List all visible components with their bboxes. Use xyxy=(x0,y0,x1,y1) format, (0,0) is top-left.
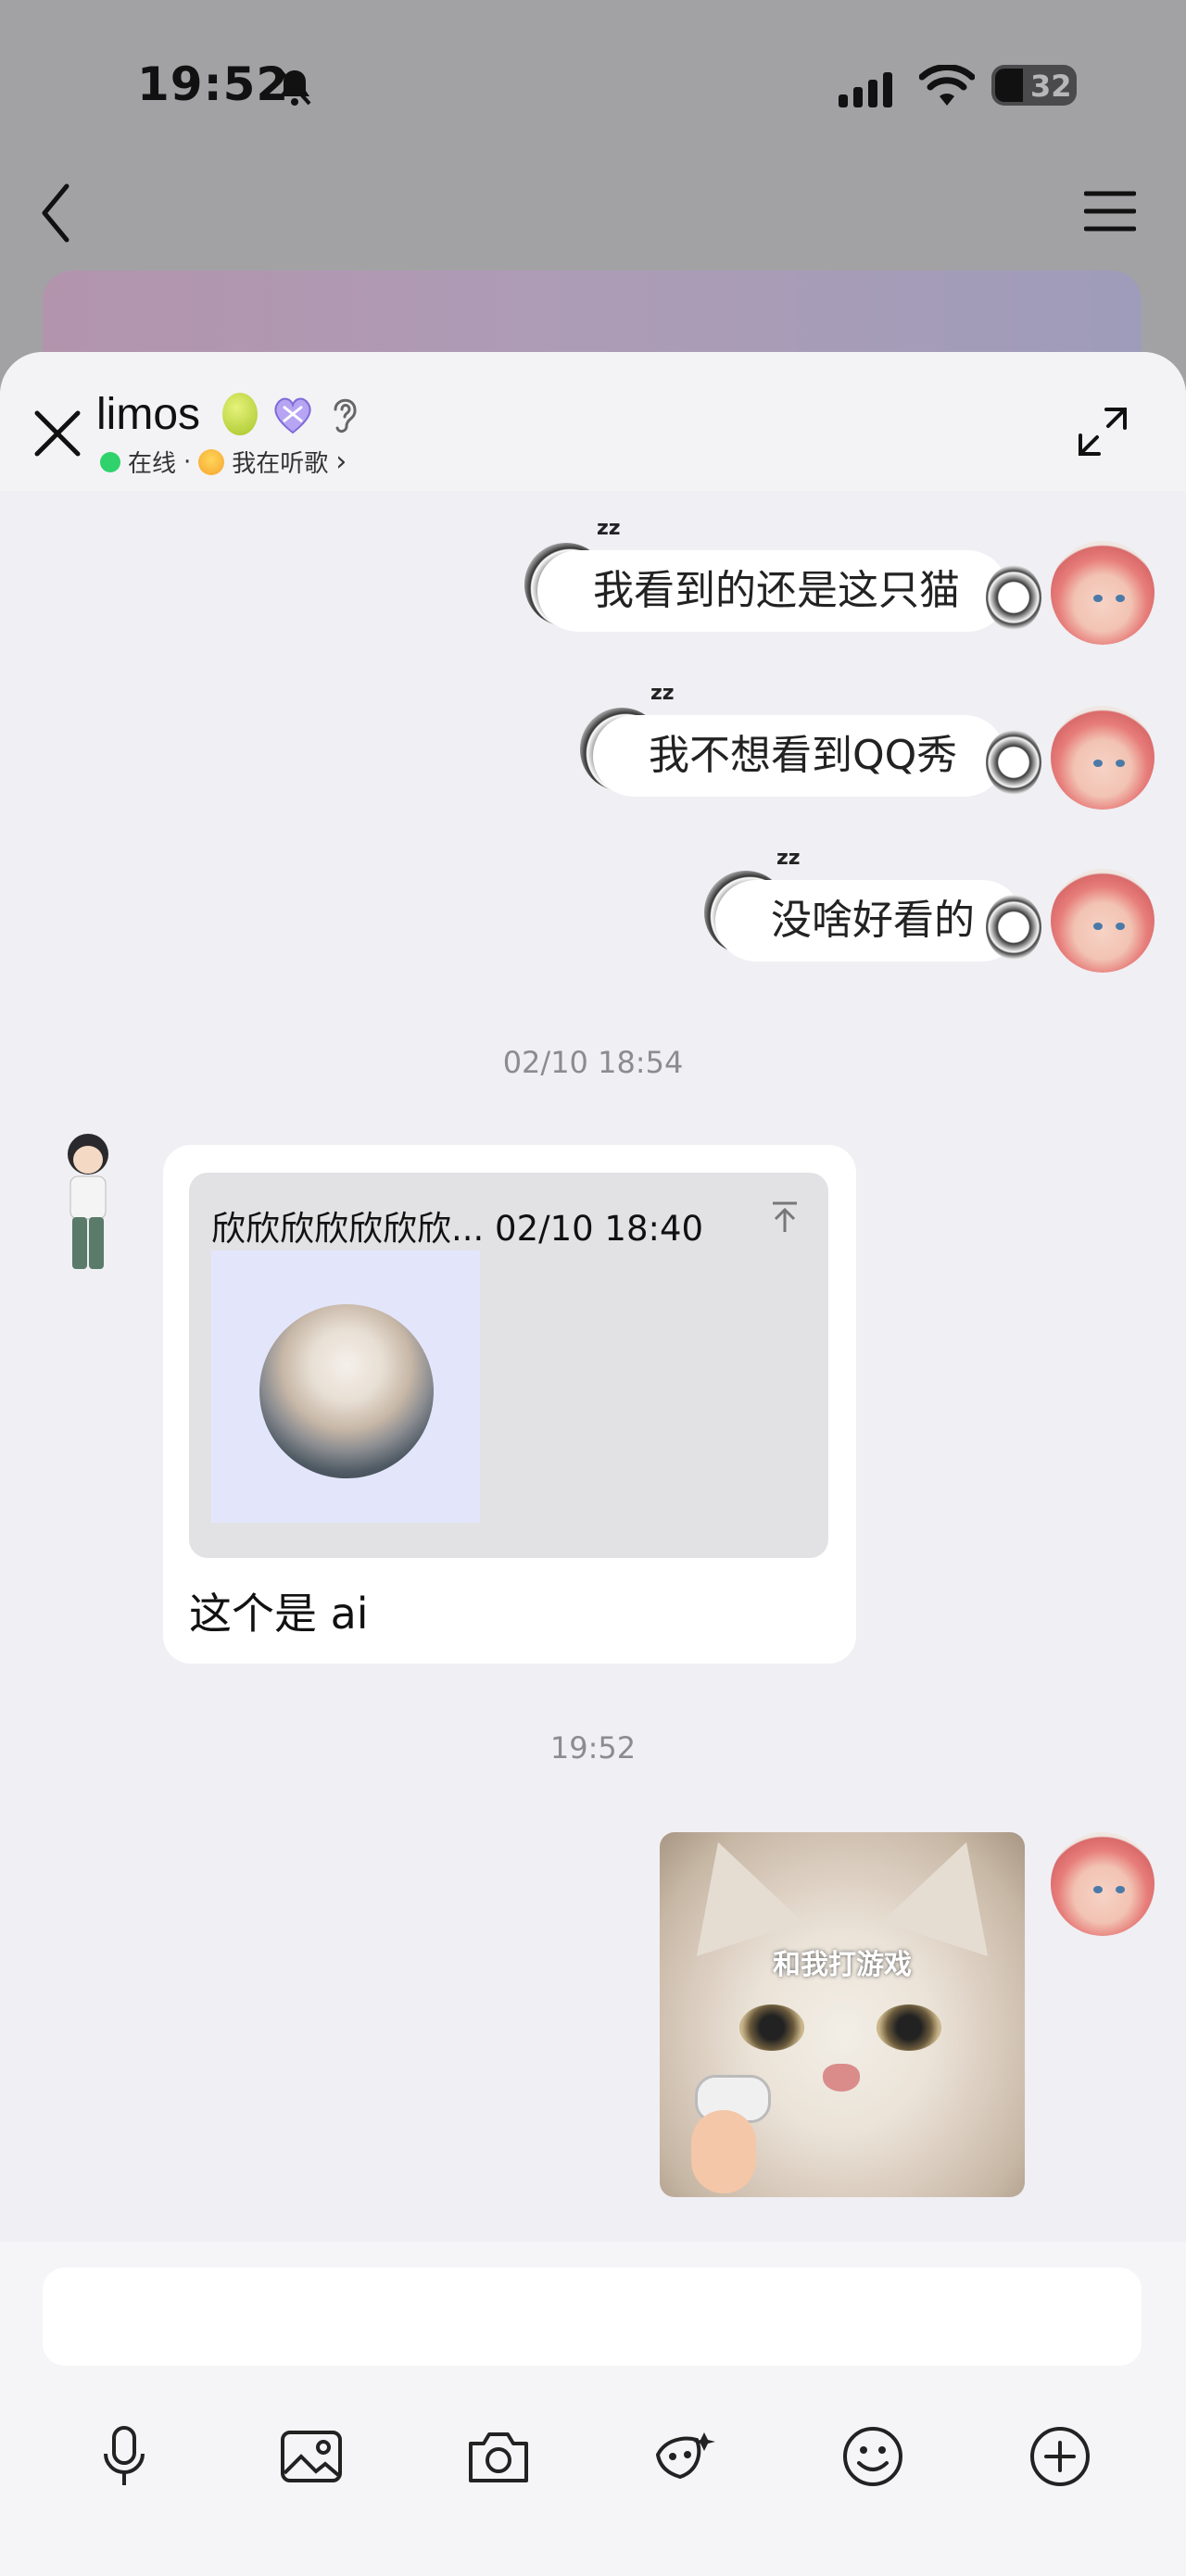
camera-icon[interactable] xyxy=(460,2418,537,2495)
timestamp: 19:52 xyxy=(549,1730,637,1766)
online-dot-icon xyxy=(100,451,120,472)
my-avatar[interactable] xyxy=(1051,869,1154,973)
sticker-caption: 和我打游戏 xyxy=(773,1949,912,1981)
emoji-icon[interactable] xyxy=(834,2418,912,2495)
wifi-icon xyxy=(919,65,975,106)
input-area xyxy=(0,2242,1186,2576)
quoted-image[interactable] xyxy=(211,1250,480,1523)
quoted-message-title: 欣欣欣欣欣欣欣... 02/10 18:40 xyxy=(211,1209,704,1249)
message-bubble[interactable]: 我不想看到QQ秀 xyxy=(593,715,1006,797)
my-avatar[interactable] xyxy=(1051,1832,1154,1936)
bell-muted-icon xyxy=(278,69,311,106)
battery-indicator: 32 xyxy=(991,65,1077,106)
image-icon[interactable] xyxy=(272,2418,350,2495)
activity-chevron-icon: › xyxy=(335,446,347,478)
jump-to-top-icon[interactable] xyxy=(769,1200,801,1234)
contact-name[interactable]: limos xyxy=(96,389,200,440)
plus-icon[interactable] xyxy=(1021,2418,1099,2495)
egg-badge-icon xyxy=(222,393,258,435)
heart-badge-icon xyxy=(274,397,311,434)
sheep-decoration-icon xyxy=(986,565,1041,630)
reply-card-message[interactable]: 欣欣欣欣欣欣欣... 02/10 18:40 这个是 ai xyxy=(163,1145,856,1664)
message-input[interactable] xyxy=(43,2268,1142,2366)
menu-icon[interactable] xyxy=(1084,190,1136,232)
battery-level: 32 xyxy=(1030,69,1072,104)
mask-icon[interactable] xyxy=(647,2418,725,2495)
input-toolbar xyxy=(0,2418,1186,2510)
presence-separator: · xyxy=(183,447,192,476)
presence-text: 在线 xyxy=(128,450,177,478)
status-time: 19:52 xyxy=(137,57,290,111)
expand-icon[interactable] xyxy=(1077,406,1129,458)
sheep-decoration-icon xyxy=(986,895,1041,960)
message-text: 这个是 ai xyxy=(189,1589,369,1639)
close-icon[interactable] xyxy=(32,408,83,459)
cat-photo xyxy=(259,1304,434,1478)
presence-status[interactable]: 在线 · 我在听歌 › xyxy=(100,445,347,479)
status-bar: 19:52 32 xyxy=(0,0,1186,171)
activity-text: 我在听歌 xyxy=(232,450,329,478)
sheep-decoration-icon xyxy=(986,730,1041,795)
music-emoji-icon xyxy=(198,448,225,475)
message-bubble[interactable]: 没啥好看的 xyxy=(715,880,1023,961)
my-avatar[interactable] xyxy=(1051,706,1154,810)
microphone-icon[interactable] xyxy=(85,2418,163,2495)
my-avatar[interactable] xyxy=(1051,541,1154,645)
contact-badges xyxy=(222,393,361,435)
contact-avatar[interactable] xyxy=(56,1130,120,1278)
cellular-signal-icon xyxy=(839,72,892,107)
ear-icon[interactable] xyxy=(328,393,361,435)
quoted-message[interactable]: 欣欣欣欣欣欣欣... 02/10 18:40 xyxy=(189,1173,828,1558)
back-chevron-icon[interactable] xyxy=(37,181,74,245)
chat-header: limos 在线 · 我在听歌 › xyxy=(0,352,1186,491)
message-bubble[interactable]: 我看到的还是这只猫 xyxy=(537,550,1008,632)
timestamp: 02/10 18:54 xyxy=(502,1045,684,1080)
cat-sticker-image[interactable]: 和我打游戏 xyxy=(660,1832,1025,2197)
